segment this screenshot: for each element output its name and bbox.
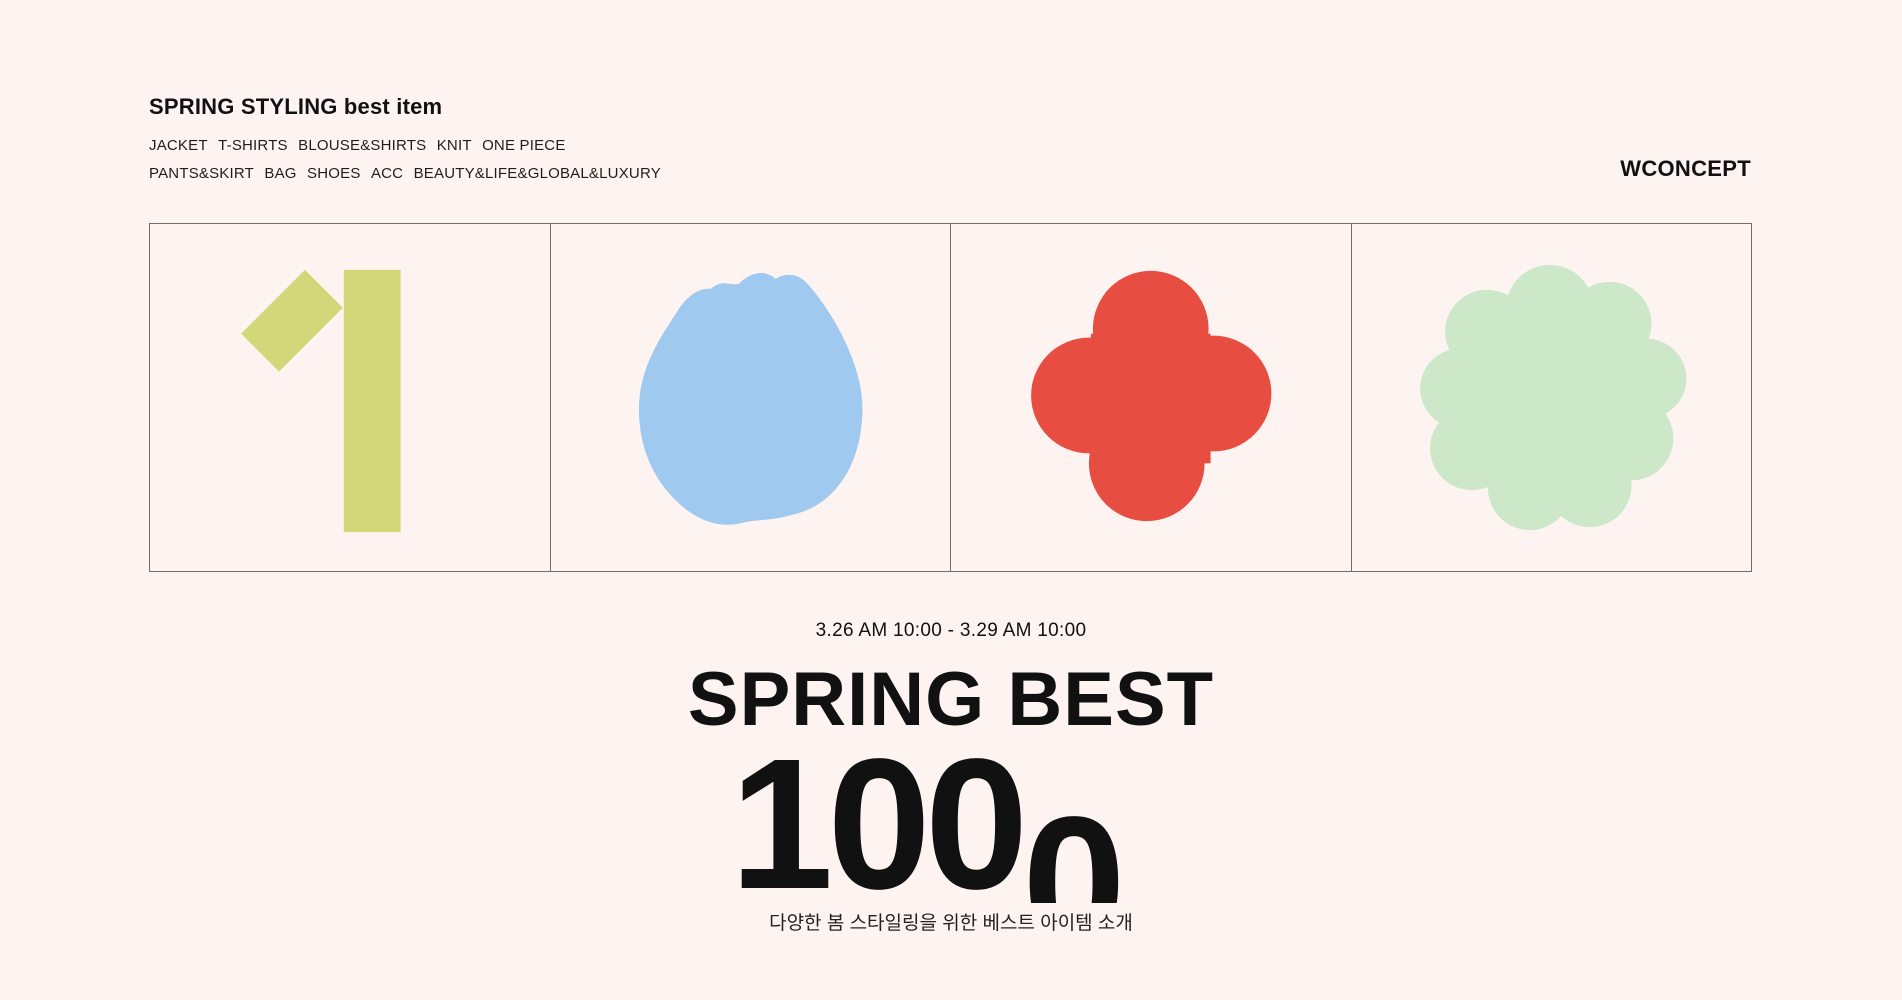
category-link-shoes[interactable]: SHOES [307, 160, 361, 188]
category-link-pants-skirt[interactable]: PANTS&SKIRT [149, 160, 254, 188]
category-link-one-piece[interactable]: ONE PIECE [482, 132, 566, 160]
red-clover-shape-icon [1031, 270, 1272, 522]
hero-subtitle: 다양한 봄 스타일링을 위한 베스트 아이템 소개 [769, 913, 1133, 934]
wconcept-logo[interactable]: WCONCEPT [1620, 156, 1751, 182]
category-link-jacket[interactable]: JACKET [149, 132, 208, 160]
category-link-bag[interactable]: BAG [264, 160, 296, 188]
blue-blob [638, 272, 862, 525]
header-left: SPRING STYLING best item JACKET T-SHIRTS… [149, 94, 667, 188]
hero-number-main: 100 [730, 740, 1028, 903]
clover-center [1090, 333, 1211, 464]
category-row-2: PANTS&SKIRT BAG SHOES ACC BEAUTY&LIFE&GL… [149, 160, 667, 188]
hero-title: SPRING BEST [687, 657, 1215, 742]
category-link-blouse-shirts[interactable]: BLOUSE&SHIRTS [298, 132, 426, 160]
category-row-1: JACKET T-SHIRTS BLOUSE&SHIRTS KNIT ONE P… [149, 132, 667, 160]
number-one-flag [241, 269, 343, 372]
shape-tiles [149, 223, 1752, 572]
tile-4 [1352, 224, 1752, 571]
hero-number-drop: 0 [1022, 779, 1120, 904]
tile-2 [551, 224, 951, 571]
number-one-stem [343, 269, 401, 533]
category-link-tshirts[interactable]: T-SHIRTS [218, 132, 288, 160]
blue-blob-shape-icon [638, 272, 862, 525]
green-flower-shape-icon [1419, 264, 1686, 531]
hero-number: 1000 [730, 740, 1120, 903]
tile-3 [951, 224, 1352, 571]
category-link-beauty-life-global-luxury[interactable]: BEAUTY&LIFE&GLOBAL&LUXURY [414, 160, 661, 188]
category-link-knit[interactable]: KNIT [437, 132, 472, 160]
number-one-shape-icon [241, 269, 401, 533]
flower-petal [1444, 289, 1529, 374]
page-title: SPRING STYLING best item [149, 94, 443, 119]
category-link-acc[interactable]: ACC [371, 160, 403, 188]
tile-1 [150, 224, 551, 571]
event-dates: 3.26 AM 10:00 - 3.29 AM 10:00 [815, 620, 1087, 641]
red-clover [1031, 270, 1272, 522]
green-flower [1419, 264, 1686, 531]
